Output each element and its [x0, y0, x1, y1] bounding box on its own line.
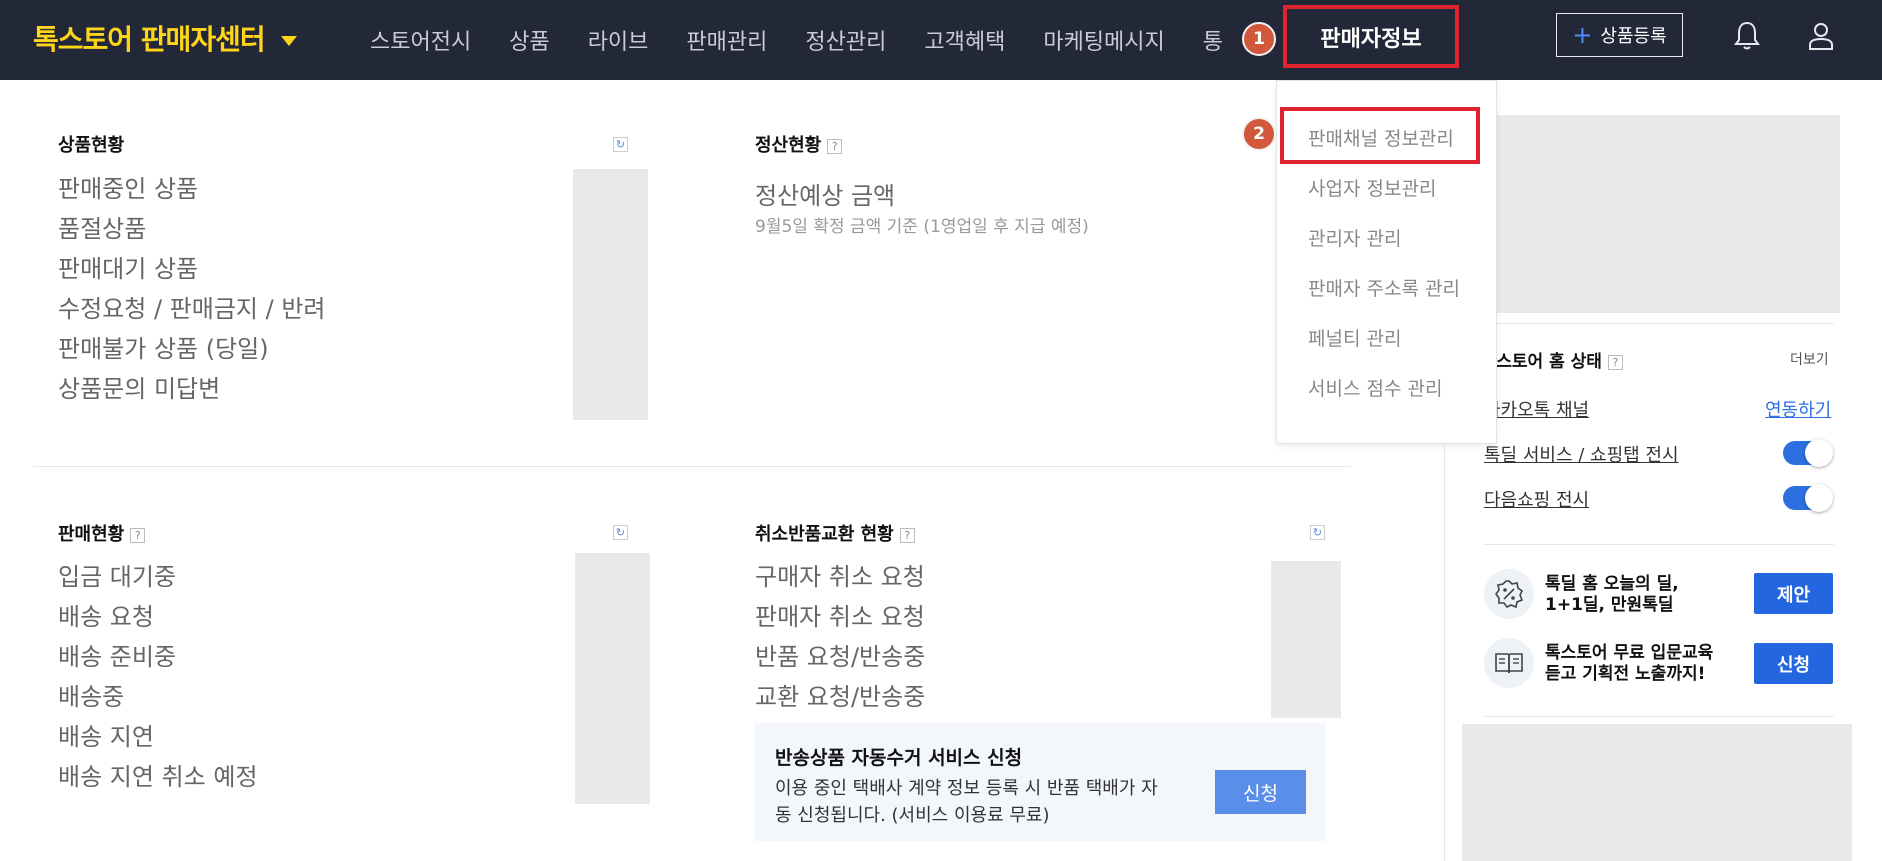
product-status-list: 판매중인 상품 품절상품 판매대기 상품 수정요청 / 판매금지 / 반려 판매…	[58, 169, 326, 409]
menu-item-business-info[interactable]: 사업자 정보관리	[1308, 174, 1436, 201]
divider	[1484, 544, 1834, 545]
bell-icon[interactable]	[1732, 20, 1762, 52]
education-apply-button[interactable]: 신청	[1754, 643, 1833, 684]
kakao-connect-link[interactable]: 연동하기	[1765, 396, 1831, 422]
help-icon[interactable]: ?	[130, 528, 146, 543]
list-item[interactable]: 품절상품	[58, 209, 326, 249]
nav-marketing[interactable]: 마케팅메시지	[1043, 24, 1164, 56]
nav-live[interactable]: 라이브	[588, 24, 649, 56]
todeal-promo-line1: 톡딜 홈 오늘의 딜,	[1545, 574, 1679, 594]
return-promo-desc: 이용 중인 택배사 계약 정보 등록 시 반품 택배가 자동 신청됩니다. (서…	[775, 778, 1158, 826]
nav-seller-info[interactable]: 판매자정보	[1283, 5, 1459, 68]
todeal-display-link[interactable]: 톡딜 서비스 / 쇼핑탭 전시	[1484, 441, 1679, 467]
return-pickup-promo: 반송상품 자동수거 서비스 신청 이용 중인 택배사 계약 정보 등록 시 반품…	[755, 723, 1325, 841]
list-item[interactable]: 교환 요청/반송중	[755, 677, 925, 717]
nav-settlement[interactable]: 정산관리	[805, 24, 886, 56]
main-nav: 스토어전시 상품 라이브 판매관리 정산관리 고객혜택 마케팅메시지 통	[370, 0, 1261, 80]
top-navigation-bar: 톡스토어 판매자센터 스토어전시 상품 라이브 판매관리 정산관리 고객혜택 마…	[0, 0, 1882, 80]
refresh-icon[interactable]: ↻	[613, 137, 628, 152]
sales-status-list: 입금 대기중 배송 요청 배송 준비중 배송중 배송 지연 배송 지연 취소 예…	[58, 557, 258, 797]
daum-display-link[interactable]: 다음쇼핑 전시	[1484, 486, 1589, 512]
todeal-toggle[interactable]	[1783, 439, 1833, 467]
refresh-icon[interactable]: ↻	[1310, 525, 1325, 540]
nav-benefits[interactable]: 고객혜택	[924, 24, 1005, 56]
nav-stats[interactable]: 통	[1203, 24, 1223, 56]
nav-sales[interactable]: 판매관리	[686, 24, 767, 56]
help-icon[interactable]: ?	[899, 528, 915, 543]
step2-highlight-box	[1280, 107, 1480, 164]
settlement-title: 정산현황?	[755, 131, 843, 157]
menu-item-admin[interactable]: 관리자 관리	[1308, 224, 1401, 251]
menu-item-address-book[interactable]: 판매자 주소록 관리	[1308, 274, 1460, 301]
register-product-label: 상품등록	[1600, 26, 1667, 47]
toggle-knob	[1805, 439, 1833, 467]
book-icon	[1484, 638, 1534, 688]
settlement-title-text: 정산현황	[755, 135, 822, 156]
plus-icon: +	[1572, 21, 1593, 49]
education-promo-line1: 톡스토어 무료 입문교육	[1545, 643, 1714, 663]
menu-item-service-score[interactable]: 서비스 점수 관리	[1308, 374, 1442, 401]
education-promo-text: 톡스토어 무료 입문교육 듣고 기획전 노출까지!	[1545, 643, 1713, 685]
divider	[1484, 323, 1834, 324]
divider	[1484, 716, 1834, 717]
cancel-return-list: 구매자 취소 요청 판매자 취소 요청 반품 요청/반송중 교환 요청/반송중	[755, 557, 925, 717]
return-promo-title: 반송상품 자동수거 서비스 신청	[775, 747, 1023, 769]
step-badge-2: 2	[1242, 117, 1276, 151]
education-promo-line2: 듣고 기획전 노출까지!	[1545, 664, 1706, 684]
caret-down-icon	[281, 36, 298, 46]
register-product-button[interactable]: + 상품등록	[1556, 13, 1683, 57]
brand-logo[interactable]: 톡스토어 판매자센터	[33, 18, 298, 58]
list-item[interactable]: 구매자 취소 요청	[755, 557, 925, 597]
help-icon[interactable]: ?	[1607, 355, 1623, 370]
list-item[interactable]: 배송 지연 취소 예정	[58, 757, 258, 797]
nav-store-display[interactable]: 스토어전시	[370, 24, 471, 56]
list-item[interactable]: 배송 지연	[58, 717, 258, 757]
list-item[interactable]: 배송 요청	[58, 597, 258, 637]
divider	[33, 466, 1351, 467]
list-item[interactable]: 판매자 취소 요청	[755, 597, 925, 637]
list-item[interactable]: 판매대기 상품	[58, 249, 326, 289]
nav-products[interactable]: 상품	[509, 24, 549, 56]
todeal-promo-text: 톡딜 홈 오늘의 딜, 1+1딜, 만원톡딜	[1545, 574, 1679, 616]
store-home-title: I 스토어 홈 상태?	[1484, 347, 1623, 372]
store-home-title-text: I 스토어 홈 상태	[1484, 352, 1602, 372]
loading-placeholder	[575, 553, 650, 804]
todeal-promo-line2: 1+1딜, 만원톡딜	[1545, 595, 1674, 615]
daum-toggle[interactable]	[1783, 484, 1833, 512]
banner-placeholder	[1462, 724, 1852, 861]
list-item[interactable]: 입금 대기중	[58, 557, 258, 597]
percent-badge-icon	[1484, 569, 1534, 619]
list-item[interactable]: 상품문의 미답변	[58, 369, 326, 409]
settlement-label: 정산예상 금액	[755, 182, 896, 210]
propose-button[interactable]: 제안	[1754, 573, 1833, 614]
list-item[interactable]: 배송중	[58, 677, 258, 717]
menu-item-penalty[interactable]: 페널티 관리	[1308, 324, 1401, 351]
kakao-channel-link[interactable]: 카카오톡 채널	[1484, 396, 1589, 422]
brand-sub: 판매자센터	[140, 23, 266, 56]
settlement-sub: 9월5일 확정 금액 기준 (1영업일 후 지급 예정)	[755, 217, 1089, 237]
help-icon[interactable]: ?	[827, 139, 843, 154]
sales-status-title: 판매현황?	[58, 520, 146, 546]
list-item[interactable]: 배송 준비중	[58, 637, 258, 677]
list-item[interactable]: 반품 요청/반송중	[755, 637, 925, 677]
loading-placeholder	[573, 169, 648, 420]
product-status-title: 상품현황	[58, 135, 125, 156]
user-icon[interactable]	[1806, 20, 1836, 52]
cancel-return-title: 취소반품교환 현황?	[755, 520, 915, 546]
toggle-knob	[1805, 484, 1833, 512]
cancel-return-title-text: 취소반품교환 현황	[755, 524, 894, 545]
banner-placeholder	[1482, 115, 1840, 313]
list-item[interactable]: 판매불가 상품 (당일)	[58, 329, 326, 369]
sales-status-title-text: 판매현황	[58, 524, 125, 545]
brand-main: 톡스토어	[33, 23, 133, 56]
loading-placeholder	[1271, 561, 1341, 718]
return-apply-button[interactable]: 신청	[1215, 770, 1306, 814]
list-item[interactable]: 판매중인 상품	[58, 169, 326, 209]
refresh-icon[interactable]: ↻	[613, 525, 628, 540]
more-link[interactable]: 더보기	[1790, 349, 1829, 369]
step-badge-1: 1	[1242, 22, 1276, 56]
list-item[interactable]: 수정요청 / 판매금지 / 반려	[58, 289, 326, 329]
